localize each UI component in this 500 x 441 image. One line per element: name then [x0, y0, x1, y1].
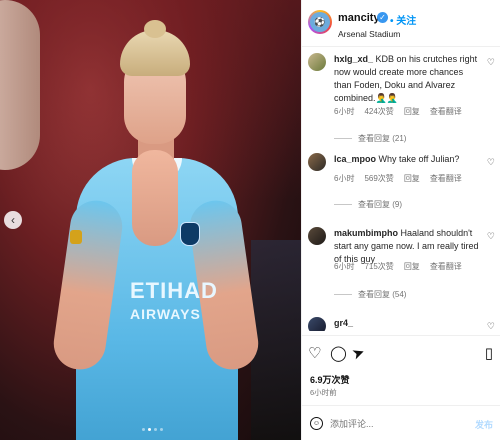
- reply-button[interactable]: 回复: [404, 173, 420, 184]
- commenter-avatar[interactable]: [308, 153, 326, 171]
- comment-time: 6小时: [334, 174, 355, 183]
- mancity-logo-icon: ⚽: [310, 12, 330, 32]
- comment-bubble-icon[interactable]: ◯: [330, 344, 347, 362]
- emoji-smiley-icon[interactable]: ☺: [310, 417, 323, 430]
- post-header: ⚽ mancity ✓ • 关注 Arsenal Stadium: [302, 0, 500, 47]
- sponsor-line-2: AIRWAYS: [130, 306, 201, 322]
- sleeve-badge-icon: [70, 230, 82, 244]
- add-comment-bar: ☺ 发布: [302, 405, 500, 441]
- comment-item: lca_mpoo Why take off Julian? ♡ 6小时 569次…: [302, 153, 500, 213]
- username-link[interactable]: mancity: [338, 12, 380, 24]
- view-replies-button[interactable]: 查看回复 (54): [334, 289, 406, 300]
- comments-list[interactable]: hxlg_xd_ KDB on his crutches right now w…: [302, 47, 500, 331]
- comment-username[interactable]: hxlg_xd_: [334, 54, 373, 64]
- club-crest-icon: [180, 222, 200, 246]
- like-heart-icon[interactable]: ♡: [308, 344, 321, 362]
- translate-button[interactable]: 查看翻译: [430, 173, 462, 184]
- profile-avatar[interactable]: ⚽: [308, 10, 332, 34]
- separator-dot: •: [390, 16, 394, 27]
- comment-item: hxlg_xd_ KDB on his crutches right now w…: [302, 53, 500, 144]
- comment-body: lca_mpoo Why take off Julian?: [334, 153, 480, 166]
- location-link[interactable]: Arsenal Stadium: [338, 29, 400, 39]
- commenter-avatar[interactable]: [308, 53, 326, 71]
- like-comment-heart-icon[interactable]: ♡: [487, 157, 495, 168]
- comment-text: Why take off Julian?: [378, 154, 460, 164]
- comment-body: gr4_: [334, 317, 480, 330]
- carousel-dot: [160, 428, 163, 431]
- reply-button[interactable]: 回复: [404, 106, 420, 117]
- sponsor-line-1: ETIHAD: [130, 278, 218, 303]
- instagram-post: ETIHAD AIRWAYS ‹ ⚽ mancity ✓ • 关注 Arsena…: [0, 0, 500, 440]
- commenter-avatar[interactable]: [308, 317, 326, 331]
- comment-meta: 6小时 569次赞 回复 查看翻译: [334, 173, 462, 184]
- verified-badge-icon: ✓: [377, 12, 388, 23]
- post-sidebar: ⚽ mancity ✓ • 关注 Arsenal Stadium hxlg_xd…: [301, 0, 500, 440]
- comment-meta: 6小时 715次赞 回复 查看翻译: [334, 261, 462, 272]
- reply-button[interactable]: 回复: [404, 261, 420, 272]
- comment-time: 6小时: [334, 107, 355, 116]
- carousel-dot: [154, 428, 157, 431]
- comment-item: gr4_ ♡: [302, 317, 500, 331]
- share-send-icon[interactable]: ➤: [349, 342, 368, 363]
- comment-likes[interactable]: 715次赞: [364, 261, 393, 272]
- like-comment-heart-icon[interactable]: ♡: [487, 57, 495, 68]
- chevron-left-icon: ‹: [11, 213, 15, 227]
- view-replies-button[interactable]: 查看回复 (21): [334, 133, 406, 144]
- translate-button[interactable]: 查看翻译: [430, 261, 462, 272]
- blurred-foreground-figure: [0, 0, 40, 170]
- comment-username[interactable]: gr4_: [334, 318, 353, 328]
- comment-username[interactable]: makumbimpho: [334, 228, 398, 238]
- comment-time: 6小时: [334, 262, 355, 271]
- comment-username[interactable]: lca_mpoo: [334, 154, 376, 164]
- like-comment-heart-icon[interactable]: ♡: [487, 231, 495, 242]
- comment-item: makumbimpho Haaland shouldn't start any …: [302, 227, 500, 307]
- carousel-dot: [142, 428, 145, 431]
- post-image[interactable]: ETIHAD AIRWAYS ‹: [0, 0, 301, 440]
- carousel-dot-active: [148, 428, 151, 431]
- comment-body: hxlg_xd_ KDB on his crutches right now w…: [334, 53, 480, 105]
- action-bar: ♡ ◯ ➤ ▯: [302, 335, 500, 366]
- blurred-background-figure: [251, 240, 301, 440]
- comment-likes[interactable]: 569次赞: [364, 173, 393, 184]
- clasped-hands: [132, 150, 178, 246]
- hair-bun: [144, 20, 166, 38]
- translate-button[interactable]: 查看翻译: [430, 106, 462, 117]
- like-comment-heart-icon[interactable]: ♡: [487, 321, 495, 331]
- bookmark-icon[interactable]: ▯: [485, 344, 493, 362]
- comment-likes[interactable]: 424次赞: [364, 106, 393, 117]
- add-comment-input[interactable]: [328, 415, 462, 433]
- view-replies-button[interactable]: 查看回复 (9): [334, 199, 402, 210]
- carousel-dots: [142, 428, 163, 431]
- previous-image-button[interactable]: ‹: [4, 211, 22, 229]
- commenter-avatar[interactable]: [308, 227, 326, 245]
- follow-button[interactable]: • 关注: [390, 12, 416, 27]
- post-timestamp: 6小时前: [310, 388, 337, 397]
- player-figure: ETIHAD AIRWAYS: [50, 20, 262, 440]
- post-like-count[interactable]: 6.9万次赞: [310, 373, 350, 386]
- comment-meta: 6小时 424次赞 回复 查看翻译: [334, 106, 462, 117]
- follow-label: 关注: [396, 16, 417, 27]
- post-comment-button[interactable]: 发布: [475, 418, 493, 431]
